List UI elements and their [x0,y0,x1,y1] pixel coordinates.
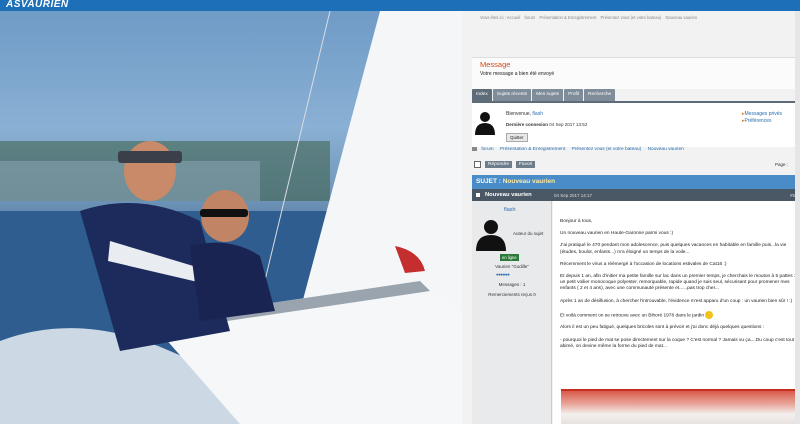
pathway-item[interactable]: Nouveau vaurien [648,147,684,152]
site-banner: ASVAURIEN [0,0,800,11]
sailing-photo-image [0,11,462,424]
tab-profile[interactable]: Profil [564,89,584,101]
forum-pathway: forum Présentation & Enregistrement Prés… [472,147,800,157]
post-paragraph-text: Et voilà comment on se retrouve avec un … [560,313,704,319]
system-message-box: Message Votre message a bien été envoyé [472,57,800,89]
forum-tabs: Index Sujets récents Mes sujets Profil R… [472,89,616,101]
tab-index[interactable]: Index [472,89,492,101]
welcome-panel: Bienvenue, flash Dernière connexion 04 S… [472,101,800,147]
breadcrumb-item: Nouveau vaurien [665,15,698,20]
header-photo [0,11,462,424]
last-login-label: Dernière connexion [506,122,549,127]
breadcrumb-item[interactable]: forum [524,15,535,20]
author-rank: Vaurien "Godille" [495,264,529,269]
welcome-prefix: Bienvenue, [506,111,532,117]
user-avatar-icon [475,112,495,135]
favorite-button[interactable]: Favori [516,161,536,168]
logout-button[interactable]: Quitter [506,133,528,142]
breadcrumb-item[interactable]: Vous êtes ici : Accueil [480,15,520,20]
collapse-icon[interactable] [474,161,481,168]
pathway-item[interactable]: Présentation & Enregistrement [500,147,565,152]
topic-actions: Répondre Favori Page : [472,160,800,170]
preferences-link[interactable]: Préférences [742,118,782,125]
post-paragraph-with-smiley: Et voilà comment on se retrouve avec un … [560,310,796,319]
post-paragraph: Un nouveau vaurien en Haute-Garonne parm… [560,231,674,237]
last-login-value: 04 Sep 2017 13:52 [549,122,588,127]
author-role: Auteur du sujet [513,231,544,236]
topic-header: SUJET : Nouveau vaurien [472,175,800,189]
rank-stars-icon: ●●●●●● [496,272,510,277]
screen: ASVAURIEN Vous êtes ici: Accueil forum … [0,0,800,424]
post-header: Nouveau vaurien 04 Sep 2017 14:17 #526 [472,189,800,201]
private-messages-link[interactable]: Messages privés [742,111,783,118]
pathway-item[interactable]: forum [481,147,493,152]
post-title: Nouveau vaurien [485,192,532,198]
tab-search[interactable]: Recherche [584,89,616,101]
tab-recent-topics[interactable]: Sujets récents [492,89,532,101]
author-name-link[interactable]: flash [504,207,516,213]
forum-home-icon[interactable] [472,147,477,151]
pathway-item[interactable]: Présentez vous (et votre bateau) [572,147,642,152]
author-avatar-icon [476,220,506,251]
post-paragraph: Bonjour à tous, [560,219,593,224]
photo-sailor-head [124,141,176,201]
author-message-count: Messages : 1 [498,282,526,287]
topic-prefix: SUJET : [476,178,501,185]
post-author-panel: flash Auteur du sujet en ligne Vaurien "… [472,201,552,424]
post-icon [476,193,480,197]
welcome-username-link[interactable]: flash [532,111,543,117]
post-paragraph: Alors il est un peu fatigué, quelques br… [560,325,765,331]
post-paragraph: Récemment le virus a réémergé à l'occasi… [560,261,727,267]
breadcrumb-item[interactable]: Présentez vous (et votre bateau) [601,15,662,20]
breadcrumb: Vous êtes ici : Accueil forum Présentati… [480,15,700,20]
message-text: Votre message a bien été envoyé [480,71,555,77]
welcome-text: Bienvenue, flash [506,111,543,117]
pagination-label: Page : [774,162,788,167]
reply-button[interactable]: Répondre [485,161,513,168]
message-title: Message [480,60,511,69]
post-paragraph: Et depuis 1 an, afin d'initier ma petite… [560,274,796,292]
online-status-badge: en ligne [500,254,519,261]
site-logo[interactable]: ASVAURIEN [6,0,69,10]
post-paragraph: J'ai pratiqué le 470 pendant mon adolesc… [560,243,787,255]
post-paragraph: - pourquoi le pied de mat se pose direct… [560,337,795,349]
photo-second-sailor-glasses [200,209,248,217]
smiley-icon [705,310,714,319]
topic-title: SUJET : Nouveau vaurien [476,178,555,185]
post-body: Bonjour à tous, Un nouveau vaurien en Ha… [553,201,800,424]
forum-panel: Vous êtes ici : Accueil forum Présentati… [462,11,800,424]
breadcrumb-item[interactable]: Présentation & Enregistrement [539,15,596,20]
user-links: Messages privés Préférences [742,111,783,125]
post-date: 04 Sep 2017 14:17 [554,192,593,198]
photo-sailor-visor [118,151,182,163]
author-thanks-count: Remerciements reçus 0 [488,292,536,297]
tab-my-topics[interactable]: Mes sujets [532,89,564,101]
post-attached-image[interactable] [561,389,800,424]
post-paragraph: Après 1 an de désillusion, à chercher l'… [560,298,793,304]
topic-name: Nouveau vaurien [502,178,556,185]
last-login: Dernière connexion 04 Sep 2017 13:52 [506,122,587,127]
scrollbar[interactable] [795,11,800,424]
